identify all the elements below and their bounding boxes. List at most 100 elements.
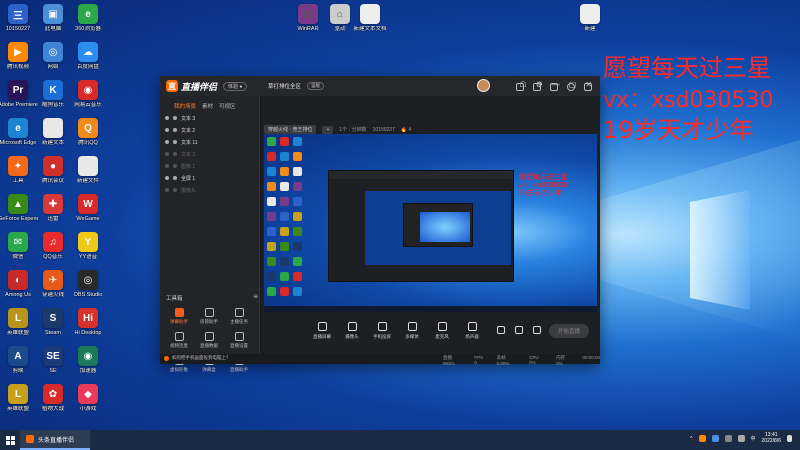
desktop-icon[interactable]: ✚ 迅雷: [35, 194, 71, 222]
desktop-icon[interactable]: K 酷狗音乐: [35, 80, 71, 108]
lock-icon[interactable]: [533, 83, 541, 91]
layer-item[interactable]: 文本 3: [160, 148, 259, 160]
desktop-icon[interactable]: Pr Adobe Premiere: [0, 80, 38, 108]
user-avatar[interactable]: [477, 79, 490, 92]
tab-visible-area[interactable]: 可视区: [219, 102, 236, 112]
lock-icon[interactable]: [173, 140, 177, 144]
clock[interactable]: 13:41 2022/8/6: [762, 432, 781, 445]
tool-item[interactable]: 直播数据: [194, 332, 224, 349]
tray-app-icon[interactable]: [698, 435, 706, 443]
desktop-icon[interactable]: 新建文件: [70, 156, 106, 184]
eye-icon[interactable]: [165, 176, 169, 180]
scene-tab-active[interactable]: 穿越火线 · 竞王排位: [264, 125, 317, 134]
desktop-icon[interactable]: ◆ 小游戏: [70, 384, 106, 412]
desktop-icon[interactable]: ◎ OBS Studio: [70, 270, 106, 298]
desktop-icon[interactable]: ✈ 穿越火线: [35, 270, 71, 298]
source-action-button[interactable]: 多媒体: [398, 322, 426, 340]
screenshot-icon[interactable]: [515, 326, 523, 334]
desktop-icon[interactable]: ✿ 植物大战: [35, 384, 71, 412]
lock-icon[interactable]: [173, 116, 177, 120]
bell-icon[interactable]: [567, 83, 575, 91]
layer-item[interactable]: 文本 2: [160, 124, 259, 136]
desktop-icon[interactable]: ◉ 网易云音乐: [70, 80, 106, 108]
eye-icon[interactable]: [165, 152, 169, 156]
desktop-icon[interactable]: W WeGame: [70, 194, 106, 222]
source-action-button[interactable]: 手机投屏: [368, 322, 396, 340]
source-action-button[interactable]: 直播屏幕: [308, 322, 336, 340]
desktop-icon[interactable]: ▣ 此电脑: [35, 4, 71, 32]
layer-item[interactable]: 文本 11: [160, 136, 259, 148]
desktop-icon[interactable]: ● 腾讯会议: [35, 156, 71, 184]
layer-item[interactable]: 全屏 1: [160, 172, 259, 184]
desktop-icon[interactable]: Q 腾讯QQ: [70, 118, 106, 146]
tool-item[interactable]: 主播任务: [224, 308, 254, 325]
input-method-indicator[interactable]: 中: [751, 435, 756, 442]
desktop-icon[interactable]: L 英雄联盟: [0, 384, 36, 412]
tray-overflow-icon[interactable]: ^: [690, 436, 692, 442]
desktop-icon[interactable]: ▤ WinRAR: [290, 4, 326, 32]
tool-item[interactable]: 视频连麦: [164, 332, 194, 349]
record-icon[interactable]: [516, 83, 524, 91]
desktop-icon[interactable]: ◎ 网络: [35, 42, 71, 70]
eye-icon[interactable]: [165, 140, 169, 144]
volume-icon[interactable]: [737, 435, 745, 443]
desktop-icon[interactable]: S Steam: [35, 308, 71, 336]
taskbar-item-live-companion[interactable]: 头条直播伴侣: [20, 430, 90, 450]
start-button[interactable]: [0, 430, 20, 450]
desktop-icon[interactable]: SE SE: [35, 346, 71, 374]
layer-item[interactable]: 摄像头: [160, 184, 259, 196]
tray-app-icon[interactable]: [711, 435, 719, 443]
eye-icon[interactable]: [165, 164, 169, 168]
start-live-button[interactable]: 开始直播: [549, 324, 589, 338]
source-action-button[interactable]: 摄像头: [338, 322, 366, 340]
desktop-icon[interactable]: 三 10150227: [0, 4, 36, 32]
tool-item[interactable]: 房管助手: [194, 308, 224, 325]
tab-materials[interactable]: 素材: [202, 102, 213, 112]
tab-my-scenes[interactable]: 我的场景: [174, 102, 196, 112]
status-tip[interactable]: 如何把手机画面投到电脑上？: [164, 355, 231, 361]
scene-orientation-pill[interactable]: 竖版: [307, 82, 325, 90]
desktop-icon[interactable]: L 英雄联盟: [0, 308, 36, 336]
lock-icon[interactable]: [173, 152, 177, 156]
lock-icon[interactable]: [173, 164, 177, 168]
desktop-icon[interactable]: 新建: [572, 4, 608, 32]
lock-icon[interactable]: [173, 188, 177, 192]
tool-item[interactable]: 弹幕助手: [164, 308, 194, 325]
desktop-icon[interactable]: 新建文本: [35, 118, 71, 146]
add-scene-button[interactable]: +: [322, 125, 334, 134]
taskbar-item-label: 头条直播伴侣: [38, 437, 75, 444]
eye-icon[interactable]: [165, 188, 169, 192]
desktop-icon[interactable]: ✉ 微信: [0, 232, 36, 260]
version-badge[interactable]: 体验 ●: [223, 81, 248, 91]
source-action-button[interactable]: 麦克风: [428, 322, 456, 340]
lock-icon[interactable]: [173, 128, 177, 132]
network-icon[interactable]: [724, 435, 732, 443]
desktop-icon[interactable]: ✦ 工具: [0, 156, 36, 184]
layer-item[interactable]: 文本 3: [160, 112, 259, 124]
eye-icon[interactable]: [165, 116, 169, 120]
share-icon[interactable]: [584, 83, 592, 91]
source-action-button[interactable]: 扬声器: [458, 322, 486, 340]
desktop-icon[interactable]: ◉ 加速器: [70, 346, 106, 374]
desktop-icon[interactable]: e 360浏览器: [70, 4, 106, 32]
desktop-icon[interactable]: ▶ 腾讯视频: [0, 42, 36, 70]
desktop-icon[interactable]: ▲ GeForce Experience: [0, 194, 38, 222]
eye-icon[interactable]: [165, 128, 169, 132]
desktop-icon[interactable]: A 剪映: [0, 346, 36, 374]
desktop-icon[interactable]: ◐ Among Us: [0, 270, 36, 298]
desktop-icon[interactable]: ♫ QQ音乐: [35, 232, 71, 260]
tool-item[interactable]: 直播设置: [224, 332, 254, 349]
notification-icon[interactable]: [787, 435, 792, 443]
desktop-icon[interactable]: 新建文本文档: [352, 4, 388, 32]
gear-icon[interactable]: [533, 326, 541, 334]
camera-toggle-icon[interactable]: [497, 326, 505, 334]
layer-item[interactable]: 图像 1: [160, 160, 259, 172]
live-preview[interactable]: 愿望每天过三星 vx：xsd030530 19岁天才少年: [264, 134, 597, 312]
layout-icon[interactable]: [550, 83, 558, 91]
desktop-icon[interactable]: Hi Hi Desktop: [70, 308, 106, 336]
tools-more-icon[interactable]: ⊖: [253, 294, 258, 302]
desktop-icon[interactable]: ☁ 百度网盘: [70, 42, 106, 70]
lock-icon[interactable]: [173, 176, 177, 180]
desktop-icon[interactable]: Y YY语音: [70, 232, 106, 260]
desktop-icon[interactable]: e Microsoft Edge: [0, 118, 36, 146]
